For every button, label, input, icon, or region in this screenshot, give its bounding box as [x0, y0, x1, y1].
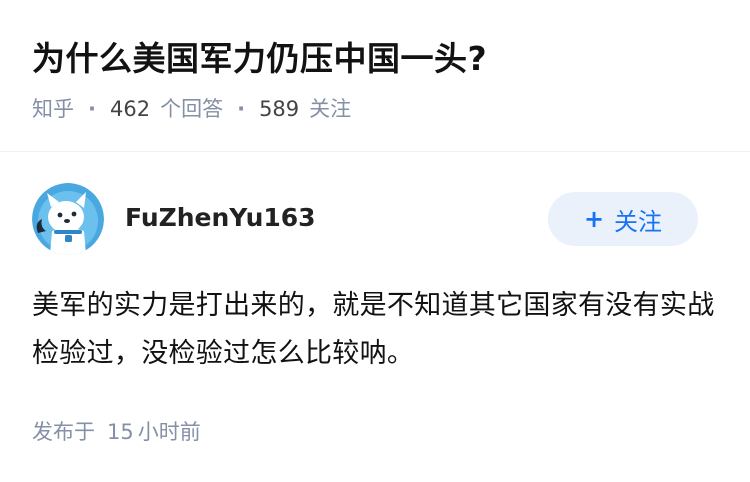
time-prefix: 发布于 [32, 420, 95, 444]
time-unit: 小时前 [137, 420, 201, 444]
plus-icon: + [583, 205, 605, 233]
answer-count-label: 个回答 [160, 97, 224, 121]
follow-button[interactable]: + 关注 [548, 192, 698, 246]
question-meta: 知乎 · 462 个回答 · 589 关注 [32, 94, 351, 124]
follower-count-label: 关注 [309, 97, 352, 121]
follow-button-label: 关注 [614, 207, 663, 236]
answer-content[interactable]: 美军的实力是打出来的，就是不知道其它国家有没有实战检验过，没检验过怎么比较呐。 [32, 282, 722, 378]
answer-time: 发布于 15 小时前 [32, 417, 201, 447]
answer-count: 462 [109, 97, 151, 121]
question-header: 为什么美国军力仍压中国一头? 知乎 · 462 个回答 · 589 关注 [0, 0, 750, 150]
author-avatar[interactable] [32, 183, 104, 255]
follower-count: 589 [259, 97, 300, 121]
husky-avatar-icon [32, 183, 104, 255]
source-label[interactable]: 知乎 [32, 94, 74, 124]
author-name[interactable]: FuZhenYu163 [125, 200, 316, 236]
question-title[interactable]: 为什么美国军力仍压中国一头? [32, 36, 487, 82]
divider [0, 151, 750, 152]
time-value: 15 [107, 420, 134, 444]
meta-separator: · [237, 97, 246, 121]
meta-separator: · [88, 97, 96, 121]
